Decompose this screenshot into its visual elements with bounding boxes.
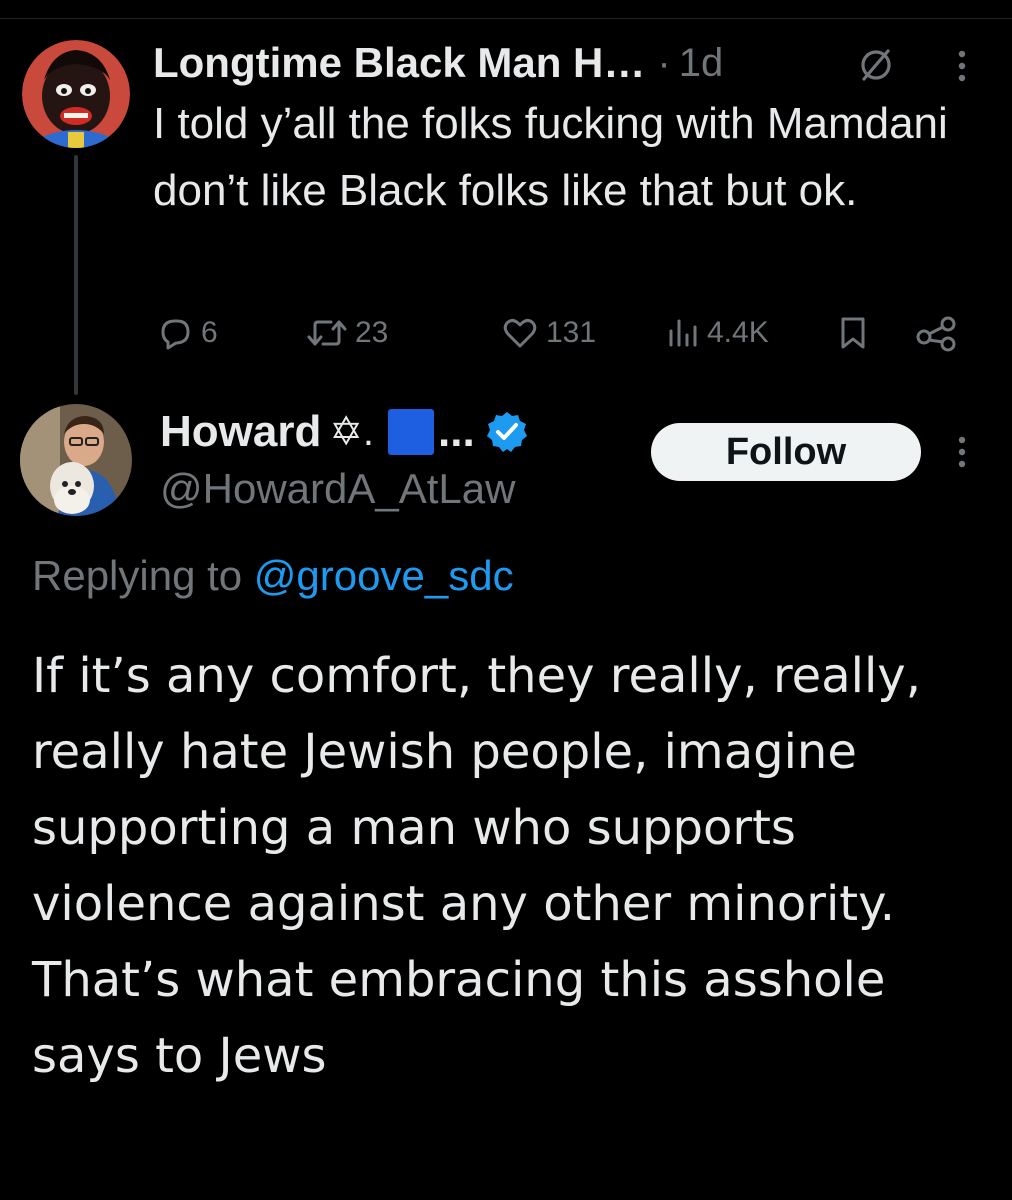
view-count: 4.4K	[707, 316, 769, 349]
verified-badge-icon[interactable]	[485, 410, 529, 454]
avatar-image	[22, 40, 130, 148]
tweet-text: If it’s any comfort, they really, really…	[32, 648, 921, 1084]
action-bar: 6 23 131 4.4K	[155, 308, 975, 358]
share-icon	[916, 316, 956, 352]
display-name[interactable]: Howard	[160, 407, 321, 457]
more-vertical-icon[interactable]	[950, 432, 974, 472]
name-truncation: ...	[438, 407, 475, 456]
heart-icon	[503, 319, 537, 348]
top-edge	[0, 0, 1012, 19]
star-of-david-emoji: ✡.	[329, 410, 374, 454]
reply-count: 6	[201, 316, 218, 349]
analytics-icon	[669, 319, 697, 347]
avatar[interactable]	[20, 404, 132, 516]
mention-link[interactable]: @groove_sdc	[254, 552, 514, 599]
like-count: 131	[546, 316, 597, 349]
repost-button[interactable]: 23	[305, 308, 388, 358]
reply-icon	[161, 319, 190, 350]
replying-to-line: Replying to @groove_sdc	[32, 552, 514, 600]
follow-button[interactable]: Follow	[651, 423, 921, 481]
tweet-text: I told y’all the folks fucking with Mamd…	[153, 99, 948, 215]
user-handle[interactable]: @HowardA_AtLaw	[160, 465, 515, 513]
thread-connector-line	[74, 155, 78, 395]
views-button[interactable]: 4.4K	[665, 308, 769, 358]
replying-prefix: Replying to	[32, 552, 243, 599]
timestamp[interactable]: 1d	[679, 41, 724, 86]
blue-square-emoji	[388, 409, 434, 455]
avatar-image	[20, 404, 132, 516]
repost-count: 23	[355, 316, 389, 349]
reply-header: Howard ✡. ...	[160, 404, 529, 460]
grok-slash-icon[interactable]	[855, 44, 897, 86]
reply-button[interactable]: 6	[155, 308, 218, 358]
display-name[interactable]: Longtime Black Man H…	[153, 39, 645, 87]
more-vertical-icon[interactable]	[950, 46, 974, 86]
avatar[interactable]	[22, 40, 130, 148]
bookmark-button[interactable]	[835, 308, 871, 358]
like-button[interactable]: 131	[500, 308, 596, 358]
share-button[interactable]	[915, 308, 959, 358]
bookmark-icon	[841, 317, 865, 349]
tweet-header: Longtime Black Man H… · 1d	[153, 38, 723, 88]
separator-dot: ·	[657, 40, 671, 85]
repost-icon	[307, 320, 347, 346]
